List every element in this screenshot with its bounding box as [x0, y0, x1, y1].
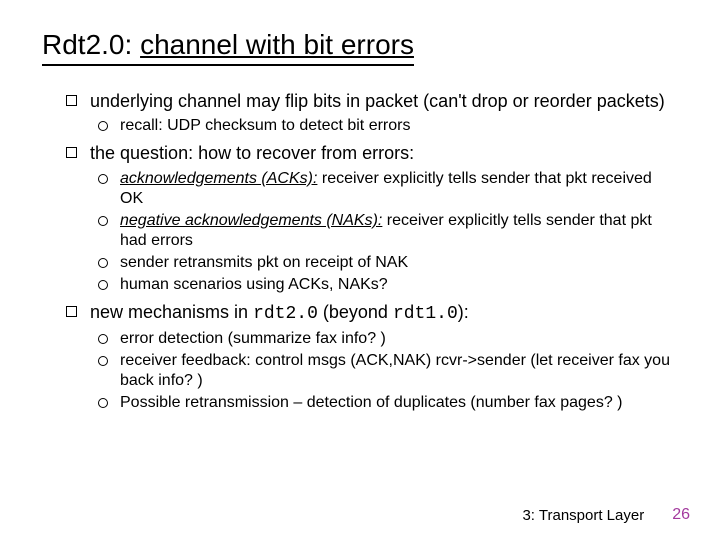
- bullet-3-sub: error detection (summarize fax info? ) r…: [98, 329, 678, 413]
- bullet-2-2: negative acknowledgements (NAKs): receiv…: [98, 211, 678, 251]
- bullet-2-4: human scenarios using ACKs, NAKs?: [98, 275, 678, 295]
- bullet-2: the question: how to recover from errors…: [66, 142, 678, 295]
- slide: Rdt2.0: channel with bit errors underlyi…: [0, 0, 720, 540]
- bullet-3-pre: new mechanisms in: [90, 302, 253, 322]
- bullet-list: underlying channel may flip bits in pack…: [66, 90, 678, 414]
- bullet-3-mid: (beyond: [318, 302, 393, 322]
- bullet-3-mono2: rdt1.0: [393, 304, 458, 324]
- bullet-3-2: receiver feedback: control msgs (ACK,NAK…: [98, 351, 678, 391]
- bullet-2-1: acknowledgements (ACKs): receiver explic…: [98, 169, 678, 209]
- bullet-3-mono1: rdt2.0: [253, 304, 318, 324]
- title-main: channel with bit errors: [140, 29, 414, 60]
- slide-title: Rdt2.0: channel with bit errors: [42, 28, 414, 66]
- bullet-3-3: Possible retransmission – detection of d…: [98, 393, 678, 413]
- bullet-1-1: recall: UDP checksum to detect bit error…: [98, 116, 678, 136]
- bullet-3-post: ):: [458, 302, 469, 322]
- bullet-3: new mechanisms in rdt2.0 (beyond rdt1.0)…: [66, 301, 678, 414]
- footer: 3: Transport Layer 26: [522, 506, 690, 524]
- title-prefix: Rdt2.0:: [42, 29, 140, 60]
- bullet-2-sub: acknowledgements (ACKs): receiver explic…: [98, 169, 678, 295]
- bullet-2-1-em: acknowledgements (ACKs):: [120, 170, 317, 187]
- bullet-2-3: sender retransmits pkt on receipt of NAK: [98, 253, 678, 273]
- bullet-1-sub: recall: UDP checksum to detect bit error…: [98, 116, 678, 136]
- bullet-2-2-em: negative acknowledgements (NAKs):: [120, 212, 382, 229]
- bullet-1: underlying channel may flip bits in pack…: [66, 90, 678, 137]
- bullet-3-1: error detection (summarize fax info? ): [98, 329, 678, 349]
- bullet-1-text: underlying channel may flip bits in pack…: [90, 91, 665, 111]
- page-number: 26: [672, 506, 690, 524]
- footer-section: 3: Transport Layer: [522, 507, 644, 524]
- bullet-2-text: the question: how to recover from errors…: [90, 143, 414, 163]
